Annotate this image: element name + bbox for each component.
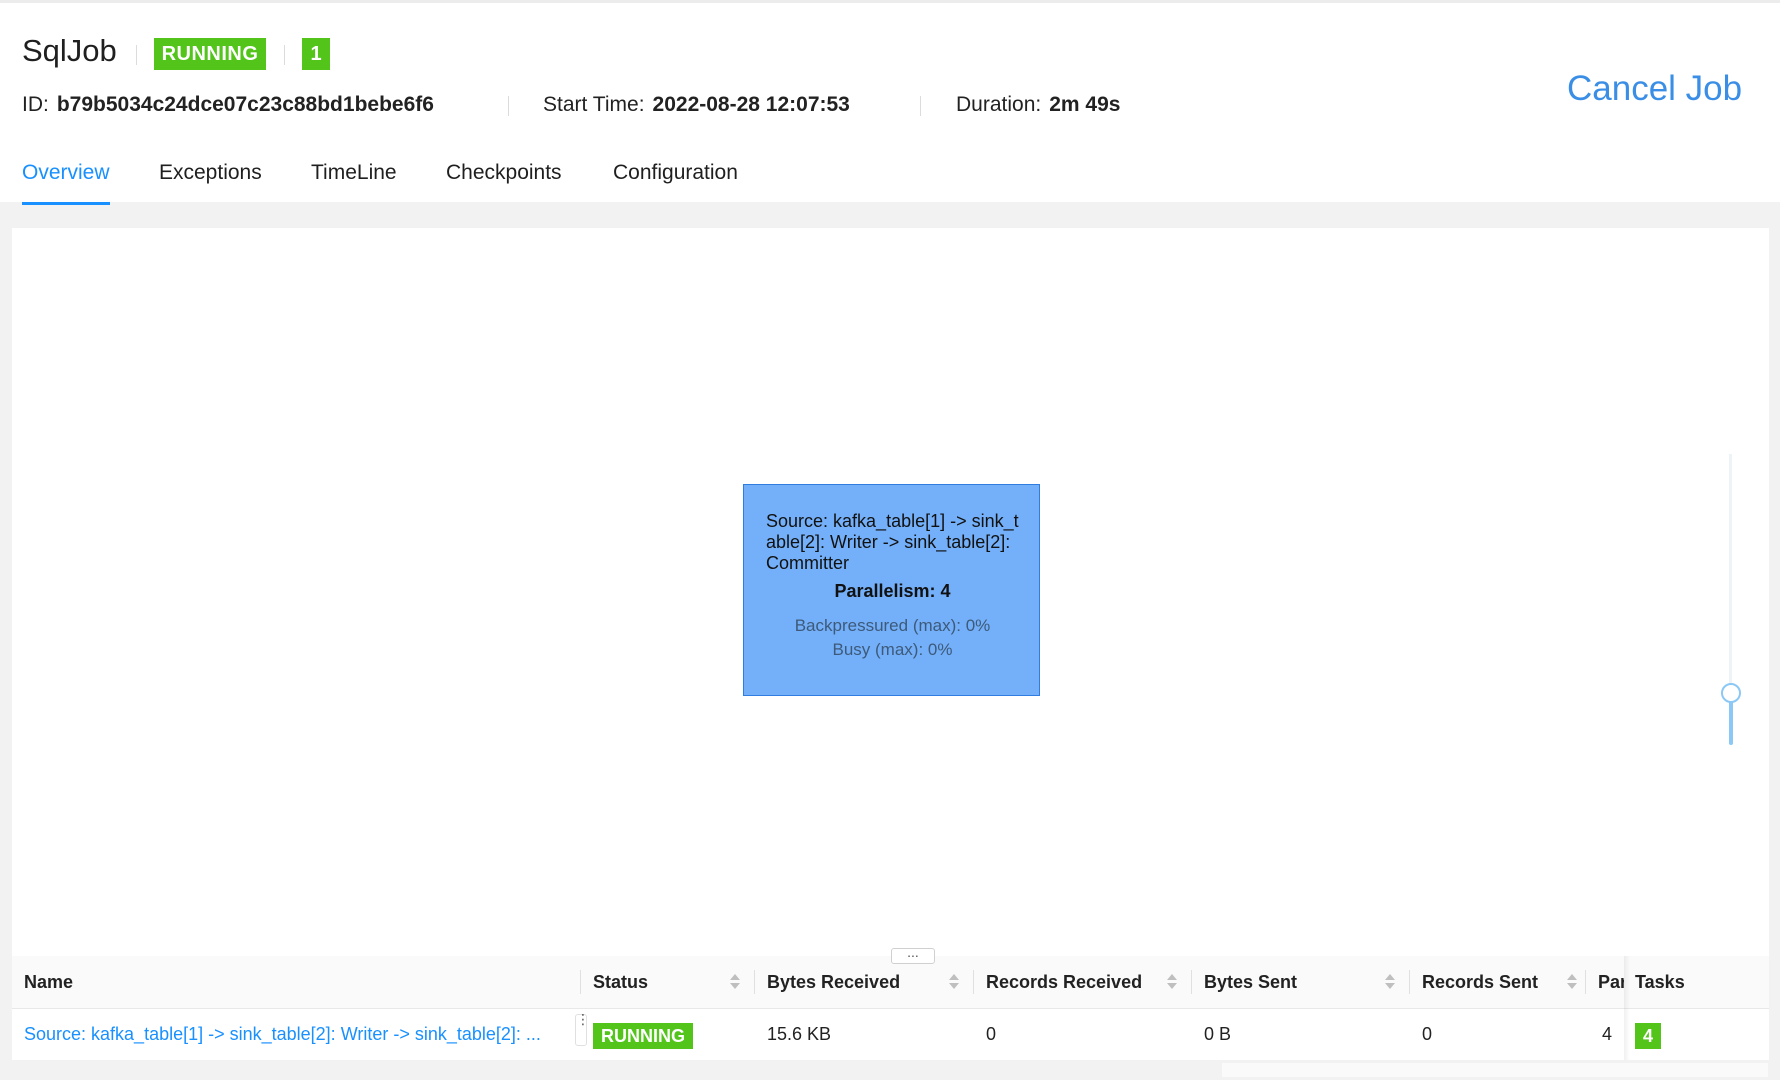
cancel-job-button[interactable]: Cancel Job (1567, 69, 1742, 109)
tab-timeline[interactable]: TimeLine (311, 161, 397, 205)
sort-icon[interactable] (949, 974, 959, 992)
fixed-column-shadow (1624, 956, 1630, 1060)
job-graph-canvas[interactable]: Source: kafka_table[1] -> sink_table[2]:… (12, 228, 1769, 956)
sort-icon[interactable] (1385, 974, 1395, 992)
node-name: Source: kafka_table[1] -> sink_table[2]:… (766, 511, 1019, 573)
job-graph-node[interactable]: Source: kafka_table[1] -> sink_table[2]:… (743, 484, 1040, 696)
tab-checkpoints[interactable]: Checkpoints (446, 161, 562, 205)
vertex-status-badge: RUNNING (593, 1023, 693, 1049)
sort-icon[interactable] (1567, 974, 1577, 992)
job-name: SqlJob (22, 33, 117, 68)
divider (136, 45, 137, 65)
divider (508, 96, 509, 116)
job-id-value: b79b5034c24dce07c23c88bd1bebe6f6 (56, 93, 434, 116)
records-sent-value: 0 (1422, 1024, 1433, 1044)
job-id-label: ID: (22, 93, 49, 116)
job-status-badge: RUNNING (154, 38, 266, 70)
column-header-name[interactable]: Name (24, 956, 73, 1009)
node-backpressured: Backpressured (max): 0% (794, 616, 991, 635)
column-header-records-received[interactable]: Records Received (986, 956, 1142, 1009)
horizontal-scrollbar[interactable] (1222, 1063, 1768, 1077)
node-busy: Busy (max): 0% (832, 640, 953, 659)
start-time-value: 2022-08-28 12:07:53 (652, 93, 850, 116)
tab-configuration[interactable]: Configuration (613, 161, 738, 205)
node-parallelism: Parallelism: 4 (834, 581, 951, 601)
sort-icon[interactable] (1167, 974, 1177, 992)
column-header-status[interactable]: Status (593, 956, 648, 1009)
column-resize-handle[interactable]: ⋮ (575, 1012, 590, 1046)
bytes-sent-value: 0 B (1204, 1024, 1232, 1044)
zoom-slider-handle[interactable] (1721, 683, 1741, 703)
tasks-badge: 4 (1635, 1023, 1661, 1049)
column-header-bytes-sent[interactable]: Bytes Sent (1204, 956, 1297, 1009)
column-divider (1191, 970, 1192, 994)
divider (920, 96, 921, 116)
column-header-tasks[interactable]: Tasks (1635, 956, 1685, 1009)
column-header-records-sent[interactable]: Records Sent (1422, 956, 1538, 1009)
records-received-value: 0 (986, 1024, 997, 1044)
divider (284, 45, 285, 65)
column-header-bytes-received[interactable]: Bytes Received (767, 956, 900, 1009)
start-time-label: Start Time: (543, 93, 645, 116)
bytes-received-value: 15.6 KB (767, 1024, 832, 1044)
parallelism-value: 4 (1602, 1024, 1613, 1044)
duration-label: Duration: (956, 93, 1042, 116)
column-divider (580, 970, 581, 994)
sort-icon[interactable] (730, 974, 740, 992)
tab-exceptions[interactable]: Exceptions (159, 161, 262, 205)
job-start-time: Start Time: 2022-08-28 12:07:53 (543, 93, 850, 117)
column-divider (973, 970, 974, 994)
column-divider (1585, 970, 1586, 994)
job-id: ID: b79b5034c24dce07c23c88bd1bebe6f6 (22, 93, 434, 117)
column-header-parallelism[interactable]: Par (1598, 956, 1624, 1009)
vertex-table: Name Status Bytes Received Records Recei… (12, 956, 1769, 1060)
column-divider (1409, 970, 1410, 994)
duration-value: 2m 49s (1049, 93, 1121, 116)
job-duration: Duration: 2m 49s (956, 93, 1120, 117)
job-header: SqlJob RUNNING 1 ID: b79b5034c24dce07c23c… (0, 0, 1780, 205)
table-header: Name Status Bytes Received Records Recei… (12, 956, 1769, 1009)
tab-overview[interactable]: Overview (22, 161, 110, 205)
task-count-badge: 1 (302, 38, 330, 70)
vertex-name-link[interactable]: Source: kafka_table[1] -> sink_table[2]:… (24, 1009, 576, 1060)
column-divider (754, 970, 755, 994)
resize-grip[interactable]: ... (891, 945, 935, 964)
job-tabs: Overview Exceptions TimeLine Checkpoints… (0, 157, 1780, 205)
